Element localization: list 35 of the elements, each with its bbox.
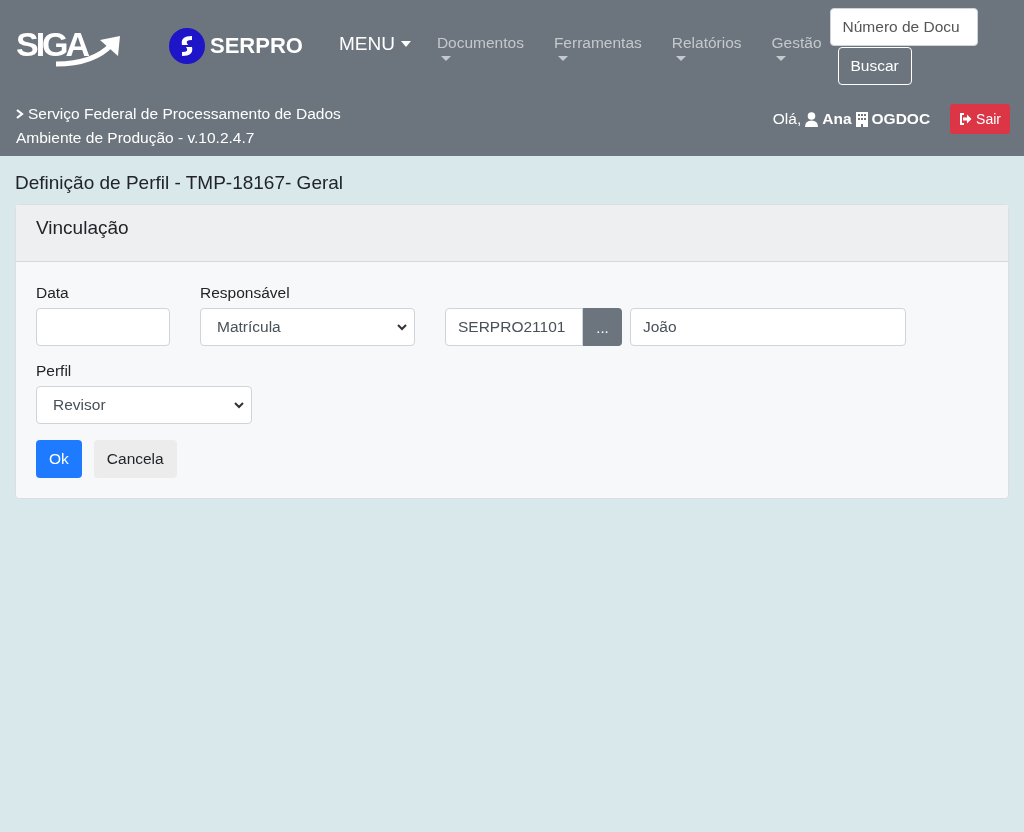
logout-button[interactable]: Sair bbox=[950, 104, 1010, 134]
field-label: Responsável bbox=[200, 284, 291, 302]
name-field[interactable]: João bbox=[630, 308, 906, 346]
siga-logo[interactable]: SIGA bbox=[16, 26, 138, 70]
user-name: Ana bbox=[822, 110, 852, 128]
serpro-logo: SERPRO bbox=[168, 27, 303, 65]
registration-field[interactable]: SERPRO21101 bbox=[445, 308, 583, 346]
user-icon bbox=[805, 111, 819, 127]
greeting: Olá, bbox=[772, 110, 802, 128]
field-label: Data bbox=[36, 284, 70, 302]
card-title: Vinculação bbox=[36, 217, 129, 238]
chevron-right-icon bbox=[16, 109, 24, 119]
date-field[interactable] bbox=[36, 308, 170, 346]
sign-out-icon bbox=[959, 113, 973, 125]
responsible-type-select[interactable]: Matrícula bbox=[200, 308, 415, 346]
cancel-button[interactable]: Cancela bbox=[93, 440, 177, 478]
chevron-down-icon bbox=[233, 400, 245, 410]
nav-dropdown[interactable]: Gestão bbox=[771, 34, 822, 61]
unit-name: OGDOC bbox=[871, 110, 931, 128]
environment-version: Ambiente de Produção - v.10.2.4.7 bbox=[16, 128, 256, 148]
nav-dropdown[interactable]: Relatórios bbox=[671, 34, 742, 61]
page-title: Definição de Perfil - TMP-18167- Geral bbox=[15, 172, 345, 194]
chevron-down-icon bbox=[396, 322, 408, 332]
search-picker-button[interactable]: ... bbox=[583, 308, 622, 346]
nav-dropdown[interactable]: Ferramentas bbox=[553, 34, 642, 61]
ok-button[interactable]: Ok bbox=[36, 440, 82, 478]
profile-select[interactable]: Revisor bbox=[36, 386, 252, 424]
search-button[interactable]: Buscar bbox=[837, 47, 912, 85]
building-icon bbox=[855, 111, 868, 127]
document-number-field[interactable]: Número de Docu bbox=[829, 8, 978, 46]
organization-link[interactable]: Serviço Federal de Processamento de Dados bbox=[28, 105, 341, 122]
menu-button[interactable]: MENU bbox=[338, 33, 411, 55]
nav-dropdown[interactable]: Documentos bbox=[436, 34, 524, 61]
caret-icon bbox=[400, 41, 411, 47]
field-label: Perfil bbox=[36, 362, 73, 380]
